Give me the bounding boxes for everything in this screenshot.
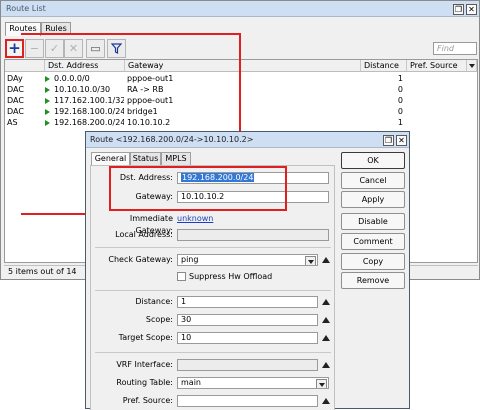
check-gateway-select[interactable]: ping — [177, 254, 318, 266]
local-address-field — [177, 229, 329, 241]
row-distance: 0 — [397, 85, 403, 94]
separator — [95, 290, 331, 291]
restore-icon: ❐ — [384, 136, 393, 145]
highlight-annotation — [109, 166, 287, 211]
collapse-up-icon[interactable] — [322, 299, 330, 305]
chevron-down-icon[interactable] — [305, 256, 316, 265]
chevron-down-icon[interactable] — [316, 379, 327, 388]
dialog-title-bar[interactable]: Route <192.168.200.0/24->10.10.10.2> ❐ ✕ — [86, 132, 409, 148]
pref-source-label: Pref. Source: — [122, 396, 173, 405]
tab-mpls[interactable]: MPLS — [161, 152, 191, 165]
close-button[interactable]: ✕ — [466, 4, 477, 15]
row-distance: 1 — [397, 74, 403, 83]
routing-table-value: main — [181, 378, 201, 387]
tab-status[interactable]: Status — [130, 152, 161, 165]
ok-button[interactable]: OK — [341, 152, 405, 169]
suppress-hw-offload-checkbox[interactable] — [177, 272, 186, 281]
distance-input[interactable]: 1 — [177, 296, 318, 308]
collapse-up-icon[interactable] — [322, 398, 330, 404]
copy-button[interactable]: Copy — [341, 253, 405, 270]
row-distance: 0 — [397, 107, 403, 116]
apply-button[interactable]: Apply — [341, 191, 405, 208]
separator — [95, 352, 331, 353]
window-title: Route List — [6, 4, 46, 13]
collapse-up-icon[interactable] — [322, 317, 330, 323]
routing-table-label: Routing Table: — [116, 378, 173, 387]
distance-label: Distance: — [135, 297, 173, 306]
scope-label: Scope: — [145, 315, 173, 324]
separator — [95, 247, 331, 248]
target-scope-input[interactable]: 10 — [177, 332, 318, 344]
suppress-hw-offload-label: Suppress Hw Offload — [189, 272, 273, 281]
dialog-close-button[interactable]: ✕ — [396, 135, 407, 146]
collapse-up-icon[interactable] — [322, 257, 330, 263]
collapse-up-icon[interactable] — [322, 362, 330, 368]
tab-general[interactable]: General — [91, 152, 130, 165]
row-distance: 0 — [397, 96, 403, 105]
route-list-title-bar[interactable]: Route List ❐ ✕ — [1, 1, 479, 17]
close-icon: ✕ — [468, 5, 475, 14]
routing-table-select[interactable]: main — [177, 377, 329, 389]
vrf-interface-label: VRF Interface: — [116, 360, 173, 369]
pref-source-input[interactable] — [177, 395, 318, 407]
restore-button[interactable]: ❐ — [453, 4, 464, 15]
remove-button[interactable]: Remove — [341, 272, 405, 289]
cancel-button[interactable]: Cancel — [341, 172, 405, 189]
restore-icon: ❐ — [454, 5, 463, 14]
chevron-down-icon — [469, 64, 475, 68]
collapse-up-icon[interactable] — [322, 335, 330, 341]
vrf-interface-field — [177, 359, 318, 371]
local-address-label: Local Address: — [115, 230, 173, 239]
check-gateway-value: ping — [181, 255, 199, 264]
disable-button[interactable]: Disable — [341, 213, 405, 230]
dialog-title: Route <192.168.200.0/24->10.10.10.2> — [90, 135, 254, 144]
close-icon: ✕ — [398, 136, 405, 145]
find-input[interactable]: Find — [433, 42, 477, 55]
col-pref-source[interactable]: Pref. Source — [407, 60, 467, 72]
comment-button[interactable]: Comment — [341, 233, 405, 250]
check-gateway-label: Check Gateway: — [108, 255, 173, 264]
immediate-gateway-link[interactable]: unknown — [177, 213, 213, 225]
target-scope-label: Target Scope: — [118, 333, 173, 342]
scope-input[interactable]: 30 — [177, 314, 318, 326]
item-count: 5 items out of 14 — [8, 267, 77, 276]
col-distance[interactable]: Distance — [361, 60, 407, 72]
dialog-restore-button[interactable]: ❐ — [383, 135, 394, 146]
column-menu-button[interactable] — [467, 60, 477, 72]
row-distance: 1 — [397, 118, 403, 127]
